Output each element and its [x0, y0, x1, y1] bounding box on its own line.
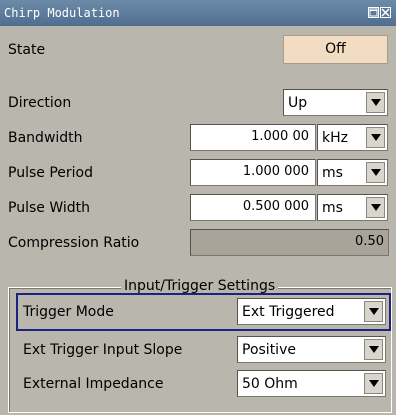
window-title: Chirp Modulation	[4, 6, 120, 20]
external-impedance-value: 50 Ohm	[242, 376, 298, 392]
chevron-down-icon[interactable]	[366, 92, 385, 113]
external-impedance-label: External Impedance	[23, 376, 164, 392]
restore-icon[interactable]	[368, 7, 379, 18]
state-label: State	[8, 42, 46, 58]
bandwidth-unit: kHz	[322, 130, 348, 146]
pulse-width-label: Pulse Width	[8, 200, 90, 216]
chevron-down-icon[interactable]	[366, 162, 385, 183]
chevron-down-icon[interactable]	[366, 197, 385, 218]
window-titlebar: Chirp Modulation	[0, 0, 396, 26]
state-toggle-button[interactable]: Off	[283, 35, 388, 64]
direction-value: Up	[288, 95, 308, 111]
chirp-modulation-panel: State Off Direction Up Bandwidth 1.000 0…	[3, 27, 393, 415]
chevron-down-icon[interactable]	[366, 127, 385, 148]
pulse-period-unit: ms	[322, 165, 343, 181]
pulse-period-label: Pulse Period	[8, 165, 93, 181]
chevron-down-icon[interactable]	[364, 339, 383, 360]
ext-trigger-slope-label: Ext Trigger Input Slope	[23, 342, 183, 358]
trigger-mode-select[interactable]: Ext Triggered	[237, 298, 386, 325]
chevron-down-icon[interactable]	[364, 301, 383, 322]
pulse-period-input[interactable]: 1.000 000	[190, 159, 316, 186]
ext-trigger-slope-value: Positive	[242, 342, 296, 358]
ext-trigger-slope-select[interactable]: Positive	[237, 336, 386, 363]
direction-select[interactable]: Up	[283, 89, 388, 116]
pulse-period-unit-select[interactable]: ms	[317, 159, 388, 186]
trigger-mode-label: Trigger Mode	[23, 304, 114, 320]
window-controls	[368, 7, 391, 18]
compression-ratio-value: 0.50	[190, 229, 389, 256]
bandwidth-unit-select[interactable]: kHz	[317, 124, 388, 151]
bandwidth-input[interactable]: 1.000 00	[190, 124, 316, 151]
trigger-mode-value: Ext Triggered	[242, 304, 335, 320]
chevron-down-icon[interactable]	[364, 373, 383, 394]
direction-label: Direction	[8, 95, 72, 111]
pulse-width-unit: ms	[322, 200, 343, 216]
pulse-width-input[interactable]: 0.500 000	[190, 194, 316, 221]
close-icon[interactable]	[380, 7, 391, 18]
pulse-width-unit-select[interactable]: ms	[317, 194, 388, 221]
bandwidth-label: Bandwidth	[8, 130, 83, 146]
external-impedance-select[interactable]: 50 Ohm	[237, 370, 386, 397]
compression-ratio-label: Compression Ratio	[8, 235, 140, 251]
